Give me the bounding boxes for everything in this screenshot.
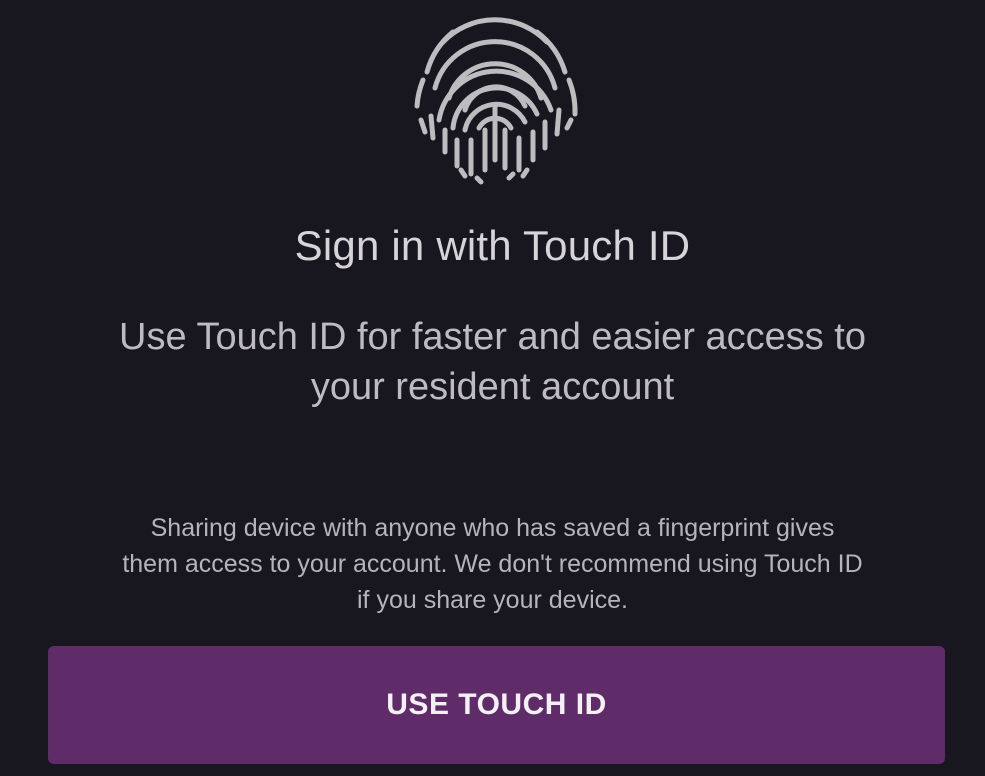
warning-line: them access to your account. We don't re…: [122, 550, 863, 578]
use-touch-id-button[interactable]: USE TOUCH ID: [48, 646, 945, 764]
warning-line: Sharing device with anyone who has saved…: [150, 514, 835, 542]
fingerprint-icon: [414, 17, 578, 185]
subtitle-line: your resident account: [310, 366, 675, 408]
subtitle-line: Use Touch ID for faster and easier acces…: [119, 316, 866, 358]
touch-id-screen: Sign in with Touch ID Use Touch ID for f…: [0, 0, 985, 776]
warning-text: Sharing device with anyone who has saved…: [30, 510, 955, 618]
warning-line: if you share your device.: [357, 586, 628, 614]
subtitle: Use Touch ID for faster and easier acces…: [40, 312, 945, 412]
use-touch-id-button-label: USE TOUCH ID: [386, 688, 607, 721]
page-title: Sign in with Touch ID: [294, 222, 691, 269]
